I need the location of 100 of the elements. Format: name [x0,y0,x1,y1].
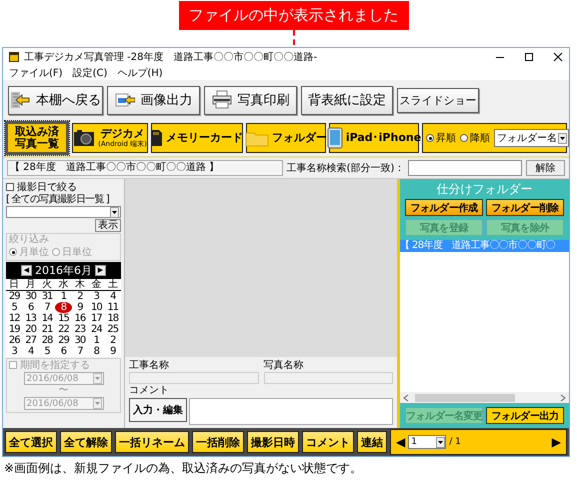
toolbar-button[interactable]: 背表紙に設定 [301,86,393,114]
maximize-icon [524,52,534,62]
field-label: コメント [129,385,170,397]
edit-button[interactable]: 入力・編集 [129,398,187,422]
close-icon [553,52,563,62]
search-label: 工事名称検索(部分一致)： [286,162,404,175]
radio-button[interactable] [426,134,434,142]
weekday-label: 木 [72,279,88,291]
weekday-label: 月 [22,279,39,291]
calendar-day[interactable]: 30 [72,335,88,346]
action-button[interactable]: 全て解除 [60,431,112,453]
toolbar-button[interactable]: 本棚へ戻る [8,86,103,114]
action-button[interactable]: 一括リネーム [115,431,189,453]
calendar-day[interactable]: 9 [72,302,88,313]
calendar-day[interactable]: 13 [22,313,39,324]
calendar-day[interactable]: 7 [72,346,88,357]
action-button[interactable]: 連結 [357,431,387,453]
calendar-day[interactable]: 19 [6,324,22,335]
folder-button[interactable]: フォルダー出力 [486,407,564,424]
calendar-day[interactable]: 25 [104,324,121,335]
calendar-day[interactable]: 24 [88,324,105,335]
menu-item[interactable]: ファイル(F) [9,66,63,80]
calendar-day[interactable]: 4 [22,346,39,357]
calendar-day[interactable]: 3 [6,346,22,357]
calendar-day[interactable]: 10 [88,302,105,313]
action-button[interactable]: 一括削除 [192,431,244,453]
calendar-day[interactable]: 1 [55,291,72,302]
calendar-day[interactable]: 11 [104,302,121,313]
source-button[interactable]: メモリーカード [151,123,243,153]
field-label: 工事名称 [129,360,170,372]
printer-icon [212,90,232,110]
calendar-day[interactable]: 18 [104,313,121,324]
calendar-day[interactable]: 20 [22,324,39,335]
calendar-day[interactable]: 31 [38,291,56,302]
toolbar-button[interactable]: スライドショー [397,88,479,112]
folder-button[interactable]: フォルダー削除 [486,199,564,216]
calendar-day[interactable]: 8 [88,346,105,357]
next-page-button[interactable]: ▶ [552,435,561,449]
weekday-label: 水 [55,279,72,291]
calendar-day[interactable]: 4 [104,291,121,302]
calendar-day[interactable]: 22 [55,324,72,335]
scrollbar-thumb[interactable] [415,394,515,402]
calendar-day[interactable]: 2 [72,291,88,302]
calendar-day[interactable]: 8 [55,302,72,313]
date-dropdown[interactable] [6,206,121,218]
calendar-day[interactable]: 28 [38,335,56,346]
calendar-day[interactable]: 16 [72,313,88,324]
calendar-day[interactable]: 26 [6,335,22,346]
sort-dropdown[interactable]: フォルダー名 [494,129,569,147]
calendar-day[interactable]: 29 [55,335,72,346]
search-field[interactable] [408,160,522,176]
tablet-icon [326,127,343,149]
calendar-day[interactable]: 5 [6,302,22,313]
show-button[interactable]: 表示 [95,219,121,232]
weekday-label: 日 [6,279,22,291]
horizontal-scrollbar[interactable] [400,392,569,403]
radio-button[interactable] [460,134,468,142]
calendar-day[interactable]: 9 [104,346,121,357]
calendar-day[interactable]: 6 [22,302,39,313]
calendar-day[interactable]: 29 [6,291,22,302]
calendar-day[interactable]: 7 [38,302,56,313]
weekday-label: 土 [104,279,121,291]
page-dropdown[interactable]: 1 [408,435,446,449]
menu-item[interactable]: ヘルプ(H) [117,66,163,80]
calendar-day[interactable]: 1 [88,335,105,346]
radio-label: 月単位 [19,246,49,259]
calendar-day[interactable]: 6 [55,346,72,357]
scroll-left-icon [403,394,409,402]
clear-button[interactable]: 解除 [526,160,565,176]
calendar-day[interactable]: 3 [88,291,105,302]
calendar-day[interactable]: 27 [22,335,39,346]
calendar-day[interactable]: 2 [104,335,121,346]
field-label: 写真名称 [264,360,304,372]
action-button[interactable]: コメント [302,431,354,453]
calendar-day[interactable]: 30 [22,291,39,302]
memory-card-icon [151,129,163,147]
text-field[interactable] [264,372,393,384]
list-label: [ 全ての写真撮影日一覧 ] [6,194,110,205]
toolbar-button[interactable]: 画像出力 [107,86,200,114]
menu-item[interactable]: 設定(C) [72,66,108,80]
imported-photos-button[interactable]: 取込み済 写真一覧 [5,121,69,155]
previous-page-button[interactable]: ◀ [396,435,406,449]
folder-button[interactable]: フォルダー作成 [405,199,483,216]
calendar-day[interactable]: 17 [88,313,105,324]
calendar-day[interactable]: 5 [38,346,56,357]
callout-label: ファイルの中が表示されました [178,1,408,30]
book-arrow-icon [10,90,30,110]
toolbar-button[interactable]: 写真印刷 [204,86,297,114]
calendar-day[interactable]: 23 [72,324,88,335]
checkbox[interactable] [6,183,14,191]
leader-line [292,30,294,45]
calendar-day[interactable]: 12 [6,313,22,324]
checkbox-label: 撮影日で絞る [17,180,77,194]
calendar-day[interactable]: 14 [38,313,56,324]
text-field[interactable] [129,372,258,384]
action-button[interactable]: 撮影日時 [247,431,299,453]
calendar-day[interactable]: 15 [55,313,72,324]
comment-field[interactable] [189,398,393,425]
action-button[interactable]: 全て選択 [5,431,57,453]
calendar-day[interactable]: 21 [38,324,56,335]
